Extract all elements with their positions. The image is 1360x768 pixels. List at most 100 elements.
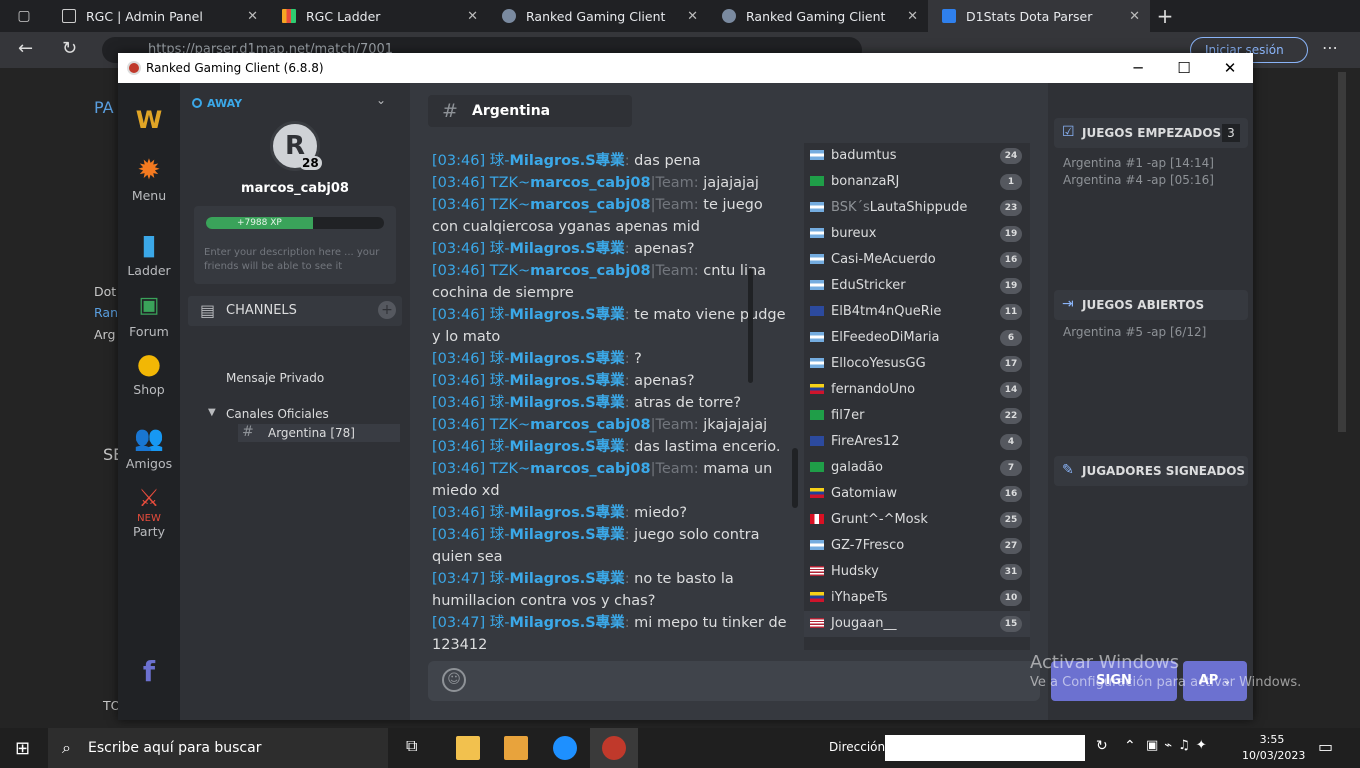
minimize-button[interactable]: ─ [1115,53,1161,83]
browser-tab-4[interactable]: D1Stats Dota Parser ✕ [928,0,1150,32]
message-input[interactable]: ☺ [428,661,1040,701]
message-author[interactable]: Milagros.S專業 [509,373,624,389]
channel-item-active[interactable]: # Argentina [78] [238,424,400,442]
new-tab-button[interactable]: + [1150,4,1180,28]
message-author[interactable]: Milagros.S專業 [509,307,624,323]
reload-icon[interactable]: ↻ [62,38,77,59]
message-author[interactable]: marcos_cabj08 [530,461,650,477]
refresh-icon[interactable]: ↻ [1096,738,1108,754]
user-list-item[interactable]: FireAres12 4 [804,429,1030,455]
user-list-item[interactable]: ElB4tm4nQueRie 11 [804,299,1030,325]
user-list-item[interactable]: Hudsky 31 [804,559,1030,585]
tray-icons[interactable]: ▣⌁♫✦ [1146,738,1213,753]
user-list-item[interactable]: bonanzaRJ 1 [804,169,1030,195]
status-selector[interactable]: AWAY [192,97,242,110]
close-icon[interactable]: ✕ [247,9,258,24]
user-list-item[interactable]: fil7er 22 [804,403,1030,429]
close-icon[interactable]: ✕ [687,9,698,24]
game-item[interactable]: Argentina #1 -ap [14:14] [1063,156,1214,170]
message-author[interactable]: Milagros.S專業 [509,395,624,411]
description-box[interactable]: +7988 XP Enter your description here ...… [194,206,396,284]
warcraft-logo[interactable]: W [118,105,180,138]
close-icon[interactable]: ✕ [467,9,478,24]
windows-start-icon[interactable]: ⊞ [15,738,30,759]
user-list-scrollbar[interactable] [748,268,753,383]
nav-ladder[interactable]: ▮ Ladder [118,230,180,279]
message-author[interactable]: Milagros.S專業 [509,615,624,631]
user-level-badge: 22 [1000,408,1022,424]
close-button[interactable]: ✕ [1207,53,1253,83]
game-item[interactable]: Argentina #4 -ap [05:16] [1063,173,1214,187]
user-list-item[interactable]: badumtus 24 [804,143,1030,169]
message-author[interactable]: marcos_cabj08 [530,417,650,433]
user-list-item[interactable]: ElFeedeoDiMaria 6 [804,325,1030,351]
user-list-item[interactable]: EllocoYesusGG 17 [804,351,1030,377]
message-author[interactable]: Milagros.S專業 [509,351,624,367]
edge-icon[interactable] [553,736,577,760]
message-author[interactable]: Milagros.S專業 [509,439,624,455]
game-item[interactable]: Argentina #5 -ap [6/12] [1063,325,1206,339]
notifications-icon[interactable]: ▭ [1318,737,1333,756]
flag-ve-icon [810,488,824,498]
message-author[interactable]: marcos_cabj08 [530,175,650,191]
taskbar-clock[interactable]: 3:55 10/03/2023 [1242,732,1305,764]
rgc-app-window: Ranked Gaming Client (6.8.8) ─ ☐ ✕ W ✹ M… [118,53,1253,720]
official-channels-group[interactable]: Canales Oficiales [226,407,329,421]
chevron-up-icon[interactable]: ⌃ [1124,738,1136,754]
add-channel-button[interactable]: + [378,301,396,319]
nav-party[interactable]: ⚔ NEW Party [118,483,180,539]
page-scrollbar[interactable] [1338,72,1346,432]
user-name: Gatomiaw [831,486,897,501]
open-games-header: ⇥ JUEGOS ABIERTOS [1054,290,1248,320]
behind-text: Ran [94,305,118,320]
user-list-item[interactable]: galadão 7 [804,455,1030,481]
close-icon[interactable]: ✕ [907,9,918,24]
facebook-link[interactable]: f [118,657,180,690]
chevron-down-icon[interactable]: ▼ [208,407,216,418]
message-clan-tag: 球- [489,395,510,411]
taskbar-search[interactable]: ⌕ Escribe aquí para buscar [48,728,388,768]
private-message-item[interactable]: Mensaje Privado [226,371,324,385]
user-list-item[interactable]: BSK´sLautaShippude 23 [804,195,1030,221]
nav-menu[interactable]: ✹ Menu [118,155,180,204]
nav-shop[interactable]: ● Shop [118,349,180,398]
address-toolbar-input[interactable] [885,735,1085,761]
tab-actions-icon[interactable]: ▢ [0,0,48,32]
search-icon: ⌕ [62,738,71,757]
user-list-item[interactable]: Jougaan__ 15 [804,611,1030,637]
nav-forum[interactable]: ▣ Forum [118,291,180,339]
message-author[interactable]: Milagros.S專業 [509,241,624,257]
chat-scrollbar[interactable] [792,448,798,508]
browser-tab-1[interactable]: RGC Ladder ✕ [268,0,488,32]
media-player-icon[interactable] [504,736,528,760]
message-author[interactable]: Milagros.S專業 [509,527,624,543]
message-author[interactable]: marcos_cabj08 [530,263,650,279]
user-list-item[interactable]: fernandoUno 14 [804,377,1030,403]
rgc-icon [722,9,736,23]
more-menu-icon[interactable]: ⋯ [1322,38,1338,57]
rgc-taskbar-button[interactable] [590,728,638,768]
browser-tab-3[interactable]: Ranked Gaming Client ✕ [708,0,928,32]
message-author[interactable]: Milagros.S專業 [509,505,624,521]
message-author[interactable]: marcos_cabj08 [530,197,650,213]
user-list-item[interactable]: Gatomiaw 16 [804,481,1030,507]
chevron-down-icon[interactable]: ⌄ [376,93,386,107]
user-list-item[interactable]: bureux 19 [804,221,1030,247]
maximize-button[interactable]: ☐ [1161,53,1207,83]
task-view-icon[interactable]: ⧉ [406,736,430,760]
user-list-item[interactable]: iYhapeTs 10 [804,585,1030,611]
message-author[interactable]: Milagros.S專業 [509,153,624,169]
user-list-item[interactable]: Casi-MeAcuerdo 16 [804,247,1030,273]
emoji-icon[interactable]: ☺ [442,668,466,692]
user-list-item[interactable]: GZ-7Fresco 27 [804,533,1030,559]
message-author[interactable]: Milagros.S專業 [509,571,624,587]
nav-amigos[interactable]: 👥 Amigos [118,423,180,471]
close-icon[interactable]: ✕ [1129,9,1140,24]
user-list-item[interactable]: EduStricker 19 [804,273,1030,299]
file-explorer-icon[interactable] [456,736,480,760]
back-icon[interactable]: ← [18,38,33,59]
user-list-item[interactable]: Grunt^-^Mosk 25 [804,507,1030,533]
flag-pe-icon [810,514,824,524]
browser-tab-2[interactable]: Ranked Gaming Client ✕ [488,0,708,32]
browser-tab-0[interactable]: RGC | Admin Panel ✕ [48,0,268,32]
